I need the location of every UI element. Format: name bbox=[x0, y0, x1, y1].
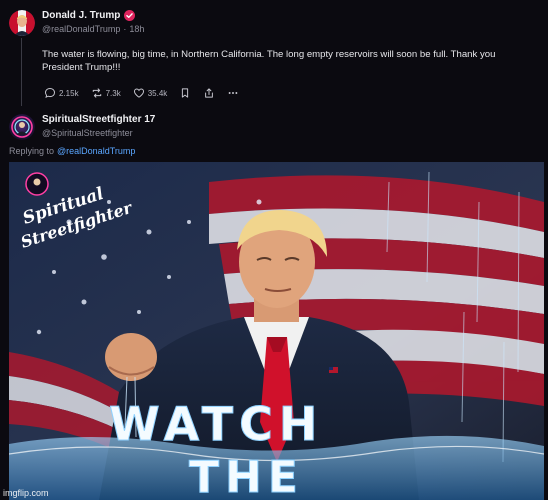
media-illustration: Spiritual Streetfighter WATCH THE bbox=[9, 162, 544, 500]
retruth-icon bbox=[92, 88, 101, 98]
retruth-button[interactable]: 7.3k bbox=[91, 87, 121, 99]
retruth-count: 7.3k bbox=[105, 88, 121, 98]
post-time[interactable]: 18h bbox=[129, 24, 144, 34]
replying-to-line: Replying to @realDonaldTrump bbox=[9, 146, 135, 156]
imgflip-watermark: imgflip.com bbox=[3, 488, 49, 498]
heart-icon bbox=[133, 88, 144, 98]
reply-avatar[interactable] bbox=[9, 114, 35, 140]
more-icon bbox=[228, 92, 238, 94]
reply-author-handle[interactable]: @SpiritualStreetfighter bbox=[42, 128, 133, 138]
thread-connector-line bbox=[21, 38, 22, 106]
reply-count: 2.15k bbox=[59, 88, 79, 98]
reply-author-handle-line: @SpiritualStreetfighter bbox=[42, 128, 133, 138]
author-handle[interactable]: @realDonaldTrump bbox=[42, 24, 120, 34]
reply-media-image[interactable]: Spiritual Streetfighter WATCH THE bbox=[9, 162, 544, 500]
verified-badge-icon bbox=[124, 10, 136, 21]
screenshot-page: Donald J. Trump @realDonaldTrump · 18h T… bbox=[0, 0, 548, 500]
original-post: Donald J. Trump @realDonaldTrump · 18h T… bbox=[0, 0, 548, 106]
author-name[interactable]: Donald J. Trump bbox=[42, 10, 120, 21]
bookmark-icon bbox=[182, 88, 189, 98]
author-name-line[interactable]: Donald J. Trump bbox=[42, 10, 136, 21]
replying-to-label: Replying to bbox=[9, 146, 55, 156]
overlay-text-watch: WATCH bbox=[109, 397, 323, 451]
like-button[interactable]: 35.4k bbox=[133, 87, 168, 99]
reply-icon bbox=[45, 88, 55, 99]
replying-to-handle-link[interactable]: @realDonaldTrump bbox=[57, 146, 135, 156]
reply-button[interactable]: 2.15k bbox=[44, 87, 79, 99]
author-handle-line: @realDonaldTrump · 18h bbox=[42, 24, 144, 34]
reply-author-name-line[interactable]: SpiritualStreetfighter 17 bbox=[42, 114, 155, 125]
overlay-text-the: THE bbox=[189, 452, 304, 500]
post-text: The water is flowing, big time, in North… bbox=[42, 49, 496, 73]
share-button[interactable] bbox=[203, 87, 215, 99]
separator-dot: · bbox=[123, 24, 127, 34]
reply-author-name[interactable]: SpiritualStreetfighter 17 bbox=[42, 114, 155, 125]
like-count: 35.4k bbox=[147, 88, 168, 98]
bookmark-button[interactable] bbox=[179, 87, 191, 99]
post-actions-bar: 2.15k 7.3k 35.4k bbox=[44, 86, 239, 100]
share-icon bbox=[205, 88, 214, 98]
more-options-button[interactable] bbox=[227, 87, 239, 99]
avatar[interactable] bbox=[9, 10, 35, 36]
